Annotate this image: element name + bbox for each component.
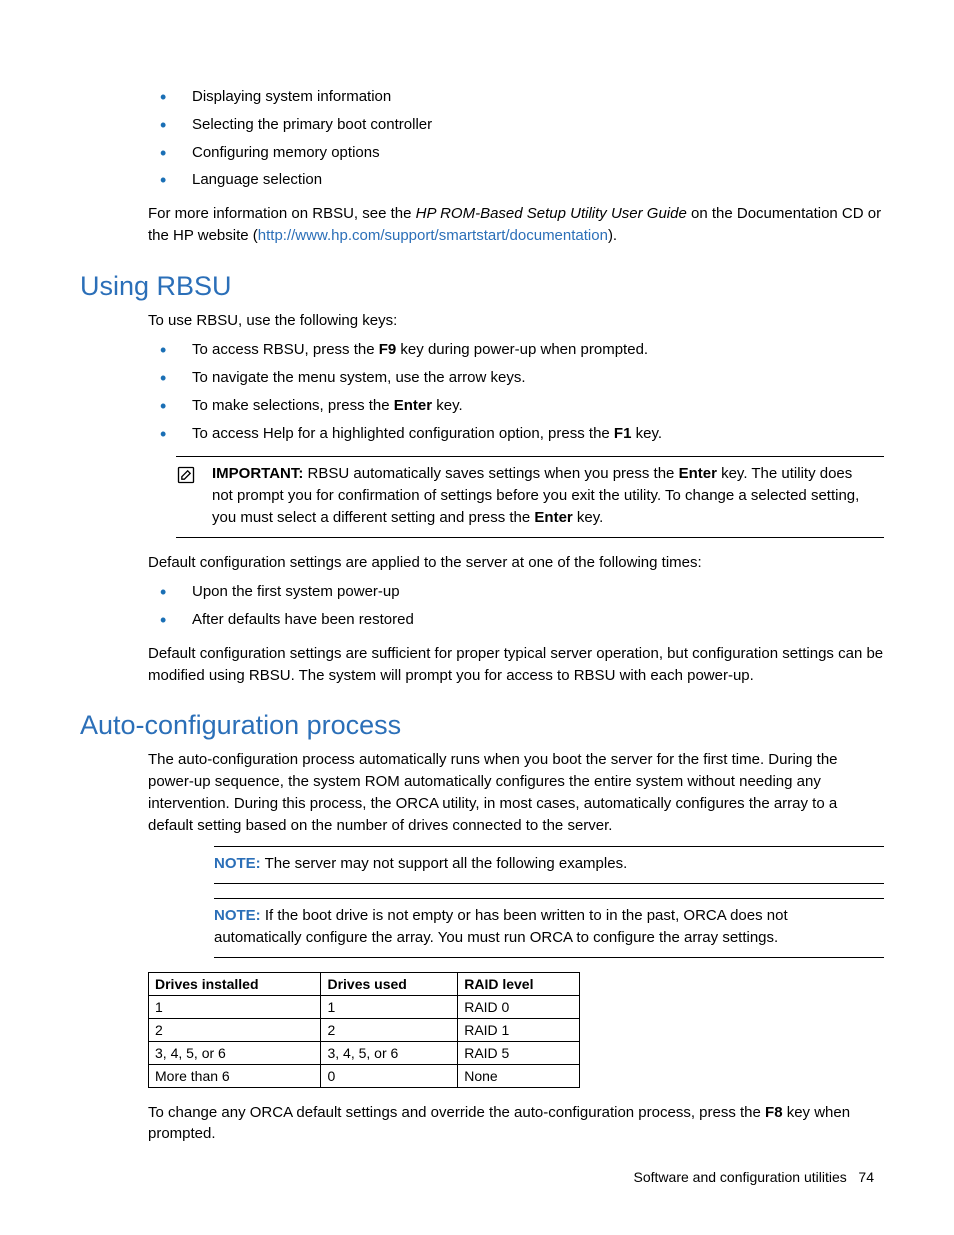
important-label: IMPORTANT: [212, 465, 303, 482]
list-item: Selecting the primary boot controller [80, 114, 884, 136]
intro-guide-title: HP ROM-Based Setup Utility User Guide [416, 205, 687, 222]
auto-paragraph: The auto-configuration process automatic… [148, 749, 884, 836]
cell: RAID 5 [458, 1041, 580, 1064]
list-item: After defaults have been restored [80, 609, 884, 631]
intro-text-end: ). [608, 227, 617, 244]
cell: RAID 1 [458, 1018, 580, 1041]
important-text: key. [573, 509, 604, 526]
cell: None [458, 1064, 580, 1087]
table-row: 3, 4, 5, or 6 3, 4, 5, or 6 RAID 5 [149, 1041, 580, 1064]
intro-paragraph: For more information on RBSU, see the HP… [148, 203, 884, 247]
key-name: F9 [379, 341, 397, 358]
intro-text: For more information on RBSU, see the [148, 205, 416, 222]
cell: 2 [149, 1018, 321, 1041]
list-item: Language selection [80, 169, 884, 191]
note-label: NOTE: [214, 907, 261, 924]
cell: 1 [321, 995, 458, 1018]
using-rbsu-heading: Using RBSU [80, 271, 884, 302]
cell: 3, 4, 5, or 6 [149, 1041, 321, 1064]
list-item: Configuring memory options [80, 142, 884, 164]
cell: 3, 4, 5, or 6 [321, 1041, 458, 1064]
table-row: 2 2 RAID 1 [149, 1018, 580, 1041]
important-text: RBSU automatically saves settings when y… [303, 465, 678, 482]
auto-closing: To change any ORCA default settings and … [148, 1102, 884, 1146]
bullet-text: To navigate the menu system, use the arr… [192, 369, 526, 386]
list-item: To access RBSU, press the F9 key during … [80, 339, 884, 361]
important-callout: IMPORTANT: RBSU automatically saves sett… [176, 456, 884, 537]
using-bullet-list: To access RBSU, press the F9 key during … [80, 339, 884, 444]
col-header: Drives installed [149, 972, 321, 995]
cell: 1 [149, 995, 321, 1018]
cell: 2 [321, 1018, 458, 1041]
bullet-text: To access Help for a highlighted configu… [192, 425, 614, 442]
auto-config-heading: Auto-configuration process [80, 710, 884, 741]
closing-text: To change any ORCA default settings and … [148, 1104, 765, 1121]
key-name: Enter [394, 397, 432, 414]
key-name: F8 [765, 1104, 783, 1121]
note-callout-1: NOTE: The server may not support all the… [214, 846, 884, 884]
key-name: Enter [679, 465, 717, 482]
col-header: RAID level [458, 972, 580, 995]
page-footer: Software and configuration utilities 74 [634, 1169, 874, 1185]
list-item: To navigate the menu system, use the arr… [80, 367, 884, 389]
note-label: NOTE: [214, 855, 261, 872]
hp-documentation-link[interactable]: http://www.hp.com/support/smartstart/doc… [258, 227, 608, 244]
bullet-text: key. [432, 397, 463, 414]
table-row: More than 6 0 None [149, 1064, 580, 1087]
defaults-bullet-list: Upon the first system power-up After def… [80, 581, 884, 631]
defaults-paragraph: Default configuration settings are appli… [148, 552, 884, 574]
note-text: The server may not support all the follo… [261, 855, 628, 872]
bullet-text: To access RBSU, press the [192, 341, 379, 358]
note-text: If the boot drive is not empty or has be… [214, 907, 788, 946]
key-name: F1 [614, 425, 632, 442]
intro-bullet-list: Displaying system information Selecting … [80, 86, 884, 191]
important-icon [176, 472, 196, 489]
list-item: To make selections, press the Enter key. [80, 395, 884, 417]
bullet-text: key. [631, 425, 662, 442]
list-item: Upon the first system power-up [80, 581, 884, 603]
bullet-text: key during power-up when prompted. [396, 341, 648, 358]
using-closing: Default configuration settings are suffi… [148, 643, 884, 687]
using-lead: To use RBSU, use the following keys: [148, 310, 884, 332]
list-item: Displaying system information [80, 86, 884, 108]
page-number: 74 [858, 1169, 874, 1185]
table-header-row: Drives installed Drives used RAID level [149, 972, 580, 995]
cell: 0 [321, 1064, 458, 1087]
bullet-text: To make selections, press the [192, 397, 394, 414]
footer-section: Software and configuration utilities [634, 1169, 847, 1185]
note-callout-2: NOTE: If the boot drive is not empty or … [214, 898, 884, 958]
list-item: To access Help for a highlighted configu… [80, 423, 884, 445]
key-name: Enter [534, 509, 572, 526]
cell: RAID 0 [458, 995, 580, 1018]
cell: More than 6 [149, 1064, 321, 1087]
table-row: 1 1 RAID 0 [149, 995, 580, 1018]
raid-table: Drives installed Drives used RAID level … [148, 972, 580, 1088]
col-header: Drives used [321, 972, 458, 995]
